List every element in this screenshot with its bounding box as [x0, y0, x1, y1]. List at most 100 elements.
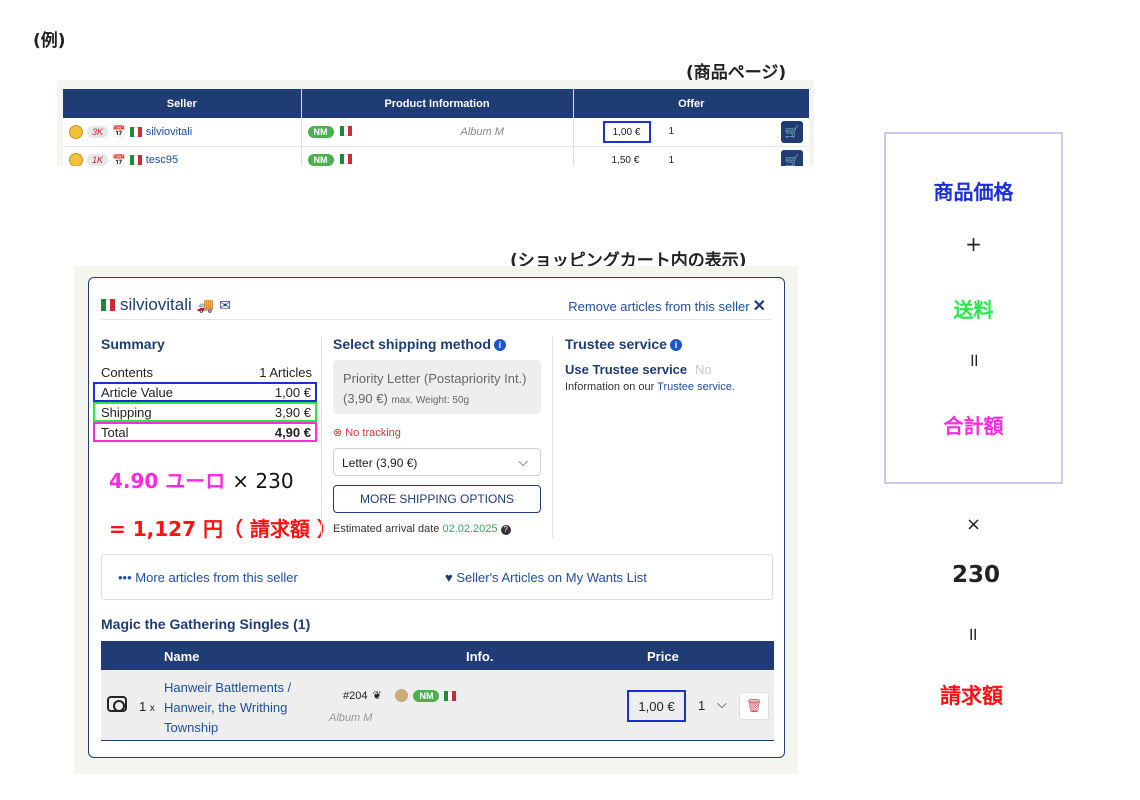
warning-icon: ⊗ — [333, 427, 343, 439]
formula-shipping: 送料 — [953, 298, 994, 322]
trustee-use-value: No — [695, 362, 712, 377]
offer-quantity: 1 — [668, 154, 675, 166]
trustee-title-text: Trustee service — [565, 336, 667, 352]
header-offer: Offer — [573, 89, 809, 118]
formula-total: 合計額 — [943, 414, 1004, 438]
more-shipping-options-button[interactable]: MORE SHIPPING OPTIONS — [333, 485, 541, 513]
italy-flag-icon — [339, 125, 352, 136]
formula-plus: + — [965, 232, 982, 256]
table-row: 1K 📅 tesc95 NM 1,50 € 1 🛒 — [63, 146, 809, 166]
calendar-icon: 📅 — [112, 154, 126, 167]
wants-list-label: Seller's Articles on My Wants List — [456, 570, 647, 585]
wants-list-link[interactable]: ♥ Seller's Articles on My Wants List — [445, 570, 647, 585]
seller-links-box: ••• More articles from this seller ♥ Sel… — [101, 554, 773, 600]
truck-icon: 🚚 — [196, 296, 215, 313]
item-price: 1,00 € — [627, 690, 686, 722]
condition-badge: NM — [413, 689, 440, 702]
collector-number: #204 — [343, 689, 368, 702]
italy-flag-icon — [129, 155, 142, 165]
seller-cart-card: silviovitali 🚚 ✉ Remove articles from th… — [88, 277, 785, 758]
arrival-label: Estimated arrival date — [333, 523, 440, 535]
condition-badge: NM — [307, 154, 334, 166]
billing-result: = 1,127 円（ 請求額 ） — [109, 517, 337, 541]
seller-name-link[interactable]: silviovitali — [120, 295, 192, 315]
help-icon[interactable]: ? — [500, 525, 511, 535]
column-divider — [321, 336, 322, 538]
calc-amount: 4.90 ユーロ — [109, 469, 226, 493]
item-quantity-value: 1 — [698, 698, 706, 713]
summary-panel: Contents 1 Articles Article Value 1,00 €… — [93, 362, 317, 442]
add-to-cart-button[interactable]: 🛒 — [781, 149, 803, 166]
summary-value: 3,90 € — [274, 404, 311, 420]
close-icon: ✕ — [752, 298, 766, 315]
singles-section-title: Magic the Gathering Singles (1) — [101, 616, 311, 632]
info-icon[interactable]: i — [493, 339, 506, 351]
summary-label: Shipping — [101, 404, 152, 420]
header-info: Info. — [466, 649, 494, 664]
item-name-link[interactable]: Hanweir Battlements / Hanweir, the Writh… — [164, 678, 324, 738]
formula-equals: ॥ — [968, 350, 979, 371]
album-label: Album M — [329, 712, 373, 724]
sales-badge: 3K — [87, 125, 109, 138]
summary-value: 1 Articles — [259, 364, 312, 380]
offer-price: 1,00 € — [602, 121, 651, 143]
item-qty-x: x — [149, 703, 155, 714]
header-name: Name — [164, 649, 200, 664]
more-articles-link[interactable]: ••• More articles from this seller — [118, 570, 298, 585]
header-price: Price — [647, 649, 679, 664]
camera-icon[interactable] — [107, 696, 127, 712]
italy-flag-icon — [129, 126, 142, 137]
chevron-down-icon: ⌵ — [717, 696, 727, 711]
shipping-max-weight: max. Weight: 50g — [391, 395, 470, 406]
seller-link[interactable]: tesc95 — [146, 154, 178, 166]
condition-badge: NM — [307, 125, 334, 138]
formula-multiplier: 230 — [952, 562, 1001, 588]
formula-equals-2: ॥ — [967, 624, 978, 645]
shipping-method-option: Priority Letter (Postapriority Int.) (3,… — [333, 360, 541, 414]
shipping-method-title-text: Select shipping method — [333, 336, 491, 352]
summary-value: 4,90 € — [274, 424, 311, 440]
shipping-select-value: Letter (3,90 €) — [342, 456, 418, 470]
heart-icon: ♥ — [445, 570, 453, 585]
trustee-info-text: Information on our — [565, 381, 655, 393]
add-to-cart-button[interactable]: 🛒 — [781, 121, 803, 143]
trustee-title: Trustee service i — [565, 336, 682, 352]
delete-item-button[interactable]: 🗑 — [739, 692, 769, 720]
summary-row-total: Total 4,90 € — [93, 422, 317, 442]
album-label: Album M — [460, 126, 504, 138]
item-qty-number: 1 — [139, 699, 147, 714]
offer-quantity: 1 — [668, 126, 675, 137]
summary-label: Total — [101, 424, 129, 440]
offers-table: Seller Product Information Offer 3K 📅 si… — [63, 89, 809, 166]
info-icon[interactable]: i — [669, 339, 682, 351]
example-label: (例) — [33, 31, 66, 51]
italy-flag-icon — [339, 154, 352, 164]
formula-item-price: 商品価格 — [933, 180, 1014, 204]
calc-multiplier: × 230 — [232, 469, 294, 493]
shopping-cart-snippet: silviovitali 🚚 ✉ Remove articles from th… — [74, 266, 798, 774]
remove-articles-link[interactable]: Remove articles from this seller ✕ — [568, 296, 766, 316]
summary-row-article-value: Article Value 1,00 € — [93, 382, 317, 402]
offer-price: 1,50 € — [611, 154, 640, 166]
chevron-down-icon: ⌵ — [518, 454, 528, 469]
table-row: 1 x Hanweir Battlements / Hanweir, the W… — [101, 670, 774, 741]
trustee-use-label: Use Trustee service — [565, 362, 688, 377]
item-quantity-prefix: 1 x — [139, 699, 155, 714]
summary-title: Summary — [101, 336, 165, 352]
summary-row-shipping: Shipping 3,90 € — [93, 402, 317, 422]
column-divider — [552, 336, 553, 538]
item-quantity-select[interactable]: 1 ⌵ — [696, 692, 736, 720]
summary-label: Contents — [101, 364, 154, 380]
mail-icon[interactable]: ✉ — [219, 297, 231, 314]
trustee-service-link[interactable]: Trustee service. — [657, 381, 735, 393]
header-seller: Seller — [63, 89, 302, 118]
seller-link[interactable]: silviovitali — [146, 126, 192, 138]
italy-flag-icon — [444, 690, 457, 701]
trustee-toggle[interactable]: Use Trustee service No — [565, 362, 712, 377]
shipping-select[interactable]: Letter (3,90 €) ⌵ — [333, 448, 541, 476]
shipping-method-title: Select shipping method i — [333, 336, 506, 352]
no-tracking-label: No tracking — [345, 427, 401, 439]
italy-flag-icon — [101, 299, 116, 311]
summary-row-contents: Contents 1 Articles — [101, 362, 316, 382]
formula-times: × — [966, 514, 982, 535]
